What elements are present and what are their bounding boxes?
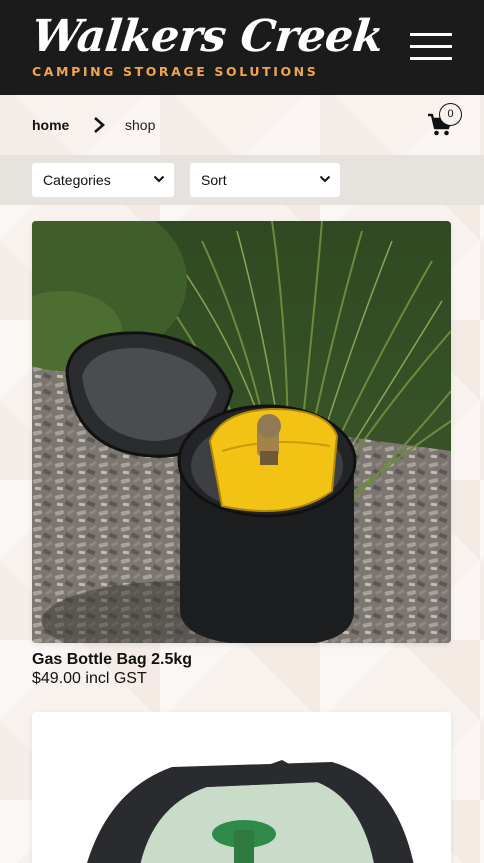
sort-select-value: Sort bbox=[201, 172, 227, 188]
brand-logo[interactable]: Walkers Creek CAMPING STORAGE SOLUTIONS bbox=[29, 11, 386, 79]
hamburger-menu-icon[interactable] bbox=[410, 33, 452, 61]
chevron-down-icon bbox=[153, 175, 165, 183]
cart-button[interactable]: 0 bbox=[425, 103, 465, 143]
cart-count-badge: 0 bbox=[439, 103, 462, 126]
gas-bottle-bag-photo bbox=[32, 712, 451, 863]
site-header: Walkers Creek CAMPING STORAGE SOLUTIONS bbox=[0, 0, 484, 95]
breadcrumb-home-link[interactable]: home bbox=[32, 117, 69, 133]
product-image[interactable] bbox=[32, 712, 451, 863]
chevron-right-icon bbox=[94, 117, 105, 133]
product-image[interactable] bbox=[32, 221, 451, 643]
product-price: $49.00 incl GST bbox=[32, 670, 147, 687]
breadcrumb-current: shop bbox=[125, 117, 156, 133]
filter-bar: Categories Sort bbox=[0, 155, 484, 205]
chevron-down-icon bbox=[319, 175, 331, 183]
breadcrumb: home shop 0 bbox=[0, 95, 484, 155]
product-title[interactable]: Gas Bottle Bag 2.5kg bbox=[32, 651, 192, 669]
brand-title: Walkers Creek bbox=[29, 11, 386, 62]
brand-tagline: CAMPING STORAGE SOLUTIONS bbox=[32, 64, 319, 79]
gas-bottle-bag-photo bbox=[32, 221, 451, 643]
sort-select[interactable]: Sort bbox=[190, 163, 340, 197]
categories-select-value: Categories bbox=[43, 172, 111, 188]
categories-select[interactable]: Categories bbox=[32, 163, 174, 197]
